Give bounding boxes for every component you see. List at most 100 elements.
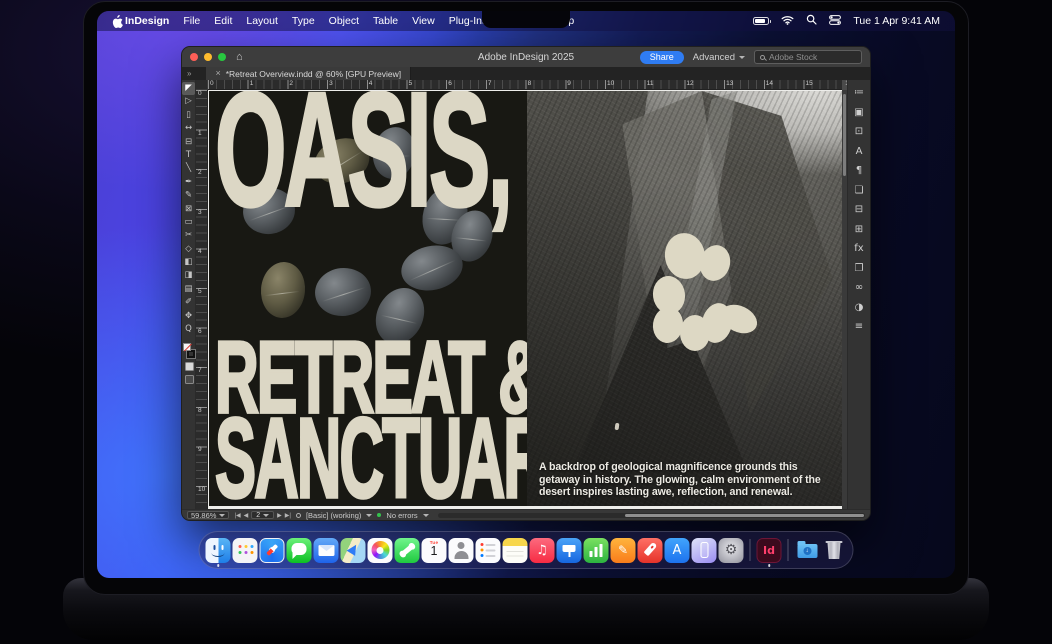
- pen-tool[interactable]: ✒: [182, 176, 195, 189]
- menu-bar-clock[interactable]: Tue 1 Apr 9:41 AM: [853, 15, 940, 27]
- menu-item[interactable]: View: [412, 15, 435, 27]
- zoom-tool[interactable]: Q: [182, 323, 195, 336]
- horizontal-ruler[interactable]: 012345678910111213141516: [196, 80, 842, 90]
- next-page-button[interactable]: ▶: [277, 512, 282, 519]
- dock-reminders-icon[interactable]: [476, 532, 501, 568]
- document-spread[interactable]: OASIS, RETREAT & SANCTUARY: [209, 91, 842, 506]
- dock-contacts-icon[interactable]: [449, 532, 474, 568]
- dock-iphone-mirroring-icon[interactable]: [692, 532, 717, 568]
- zoom-window-button[interactable]: [218, 53, 226, 61]
- gap-tool[interactable]: ↔: [182, 122, 195, 135]
- dock-pages-icon[interactable]: ✎: [611, 532, 636, 568]
- workspace-switcher[interactable]: Advanced: [693, 52, 745, 63]
- dock-notes-icon[interactable]: [503, 532, 528, 568]
- color-theme-panel-icon[interactable]: ◑: [855, 301, 864, 314]
- gradient-feather-tool[interactable]: ◨: [182, 269, 195, 282]
- previous-page-button[interactable]: ◀: [244, 512, 249, 519]
- first-page-button[interactable]: |◀: [234, 512, 240, 519]
- line-tool[interactable]: ╲: [182, 162, 195, 175]
- dock-calendar-icon[interactable]: Tue1: [422, 532, 447, 568]
- stroke-swatch[interactable]: [187, 350, 195, 358]
- pencil-tool[interactable]: ✎: [182, 189, 195, 202]
- character-panel-icon[interactable]: A: [856, 145, 863, 158]
- grid-panel-icon[interactable]: ⊞: [855, 223, 863, 236]
- ruler-origin-corner[interactable]: [196, 80, 208, 90]
- align-panel-icon[interactable]: ⊟: [855, 203, 863, 216]
- battery-icon[interactable]: [753, 17, 769, 25]
- stock-search-input[interactable]: [769, 52, 856, 62]
- menu-item[interactable]: InDesign: [125, 15, 169, 27]
- menu-item[interactable]: File: [183, 15, 200, 27]
- last-page-button[interactable]: ▶|: [285, 512, 291, 519]
- frame-tool[interactable]: ⊠: [182, 203, 195, 216]
- selection-tool[interactable]: ◤: [182, 82, 195, 95]
- dock-finder-icon[interactable]: [206, 532, 231, 568]
- dock-launchpad-icon[interactable]: [233, 532, 258, 568]
- horizontal-scrollbar[interactable]: [438, 513, 865, 518]
- close-window-button[interactable]: [190, 53, 198, 61]
- dock-maps-icon[interactable]: [341, 532, 366, 568]
- page-number-control[interactable]: 2: [251, 511, 274, 519]
- menu-item[interactable]: Object: [329, 15, 359, 27]
- wifi-icon[interactable]: [781, 15, 794, 28]
- fill-none-swatch[interactable]: [183, 343, 191, 351]
- dock-system-settings-icon[interactable]: ⚙: [719, 532, 744, 568]
- dock-numbers-icon[interactable]: [584, 532, 609, 568]
- menu-item[interactable]: Type: [292, 15, 315, 27]
- pages-panel-icon[interactable]: ⊡: [855, 125, 863, 138]
- swatches-panel-icon[interactable]: ❏: [855, 184, 864, 197]
- effects-panel-icon[interactable]: fx: [854, 242, 863, 255]
- dock-mail-icon[interactable]: [314, 532, 339, 568]
- dock-app-store-icon[interactable]: A: [665, 532, 690, 568]
- close-tab-icon[interactable]: ×: [215, 69, 220, 78]
- menu-item[interactable]: Layout: [246, 15, 278, 27]
- dock-downloads-icon[interactable]: ↓: [795, 532, 820, 568]
- dock-music-icon[interactable]: ♫: [530, 532, 555, 568]
- dock-messages-icon[interactable]: [287, 532, 312, 568]
- direct-selection-tool[interactable]: ▷: [182, 95, 195, 108]
- share-button[interactable]: Share: [640, 51, 684, 64]
- vertical-scrollbar-thumb[interactable]: [843, 94, 846, 176]
- zoom-level-control[interactable]: 59.86%: [187, 511, 229, 519]
- page-right[interactable]: A backdrop of geological magnificence gr…: [527, 91, 842, 506]
- preview-mode-button[interactable]: [185, 375, 194, 384]
- dock-trash-icon[interactable]: [822, 532, 847, 568]
- tab-overflow-icon[interactable]: »: [182, 67, 196, 80]
- cc-libraries-panel-icon[interactable]: ▣: [854, 106, 863, 119]
- eyedropper-tool[interactable]: ✐: [182, 296, 195, 309]
- free-transform-tool[interactable]: ◇: [182, 243, 195, 256]
- home-icon[interactable]: ⌂: [236, 52, 243, 63]
- minimize-window-button[interactable]: [204, 53, 212, 61]
- gradient-tool[interactable]: ◧: [182, 256, 195, 269]
- adobe-stock-search[interactable]: [754, 50, 862, 64]
- dock-phone-icon[interactable]: [395, 532, 420, 568]
- page-left[interactable]: OASIS, RETREAT & SANCTUARY: [209, 91, 527, 506]
- apple-menu-icon[interactable]: [112, 15, 123, 28]
- type-tool[interactable]: T: [182, 149, 195, 162]
- preflight-profile[interactable]: [Basic] (working): [306, 511, 361, 520]
- menu-item[interactable]: Table: [373, 15, 398, 27]
- stroke-panel-icon[interactable]: ≡: [855, 320, 863, 333]
- dock-safari-icon[interactable]: [260, 532, 285, 568]
- content-collector-tool[interactable]: ⊟: [182, 136, 195, 149]
- links-panel-icon[interactable]: ∞: [855, 281, 863, 294]
- rectangle-tool[interactable]: ▭: [182, 216, 195, 229]
- vertical-ruler[interactable]: 012345678910: [196, 90, 208, 509]
- properties-panel-icon[interactable]: ≔: [854, 86, 864, 99]
- document-tab[interactable]: × *Retreat Overview.indd @ 60% [GPU Prev…: [206, 67, 411, 80]
- hand-tool[interactable]: ✥: [182, 310, 195, 323]
- horizontal-scrollbar-thumb[interactable]: [625, 514, 864, 517]
- screen-mode-button[interactable]: [185, 362, 194, 371]
- dock-rocket-icon[interactable]: [638, 532, 663, 568]
- note-tool[interactable]: ▤: [182, 283, 195, 296]
- paragraph-styles-panel-icon[interactable]: ¶: [856, 164, 862, 177]
- fill-stroke-swatch[interactable]: [183, 343, 195, 358]
- control-center-icon[interactable]: [829, 15, 841, 28]
- menu-item[interactable]: Edit: [214, 15, 232, 27]
- dock-indesign-icon[interactable]: Id: [757, 532, 782, 568]
- dock-keynote-icon[interactable]: [557, 532, 582, 568]
- dock-photos-icon[interactable]: [368, 532, 393, 568]
- scissors-tool[interactable]: ✂: [182, 229, 195, 242]
- layers-panel-icon[interactable]: ❐: [855, 262, 864, 275]
- page-tool[interactable]: ▯: [182, 109, 195, 122]
